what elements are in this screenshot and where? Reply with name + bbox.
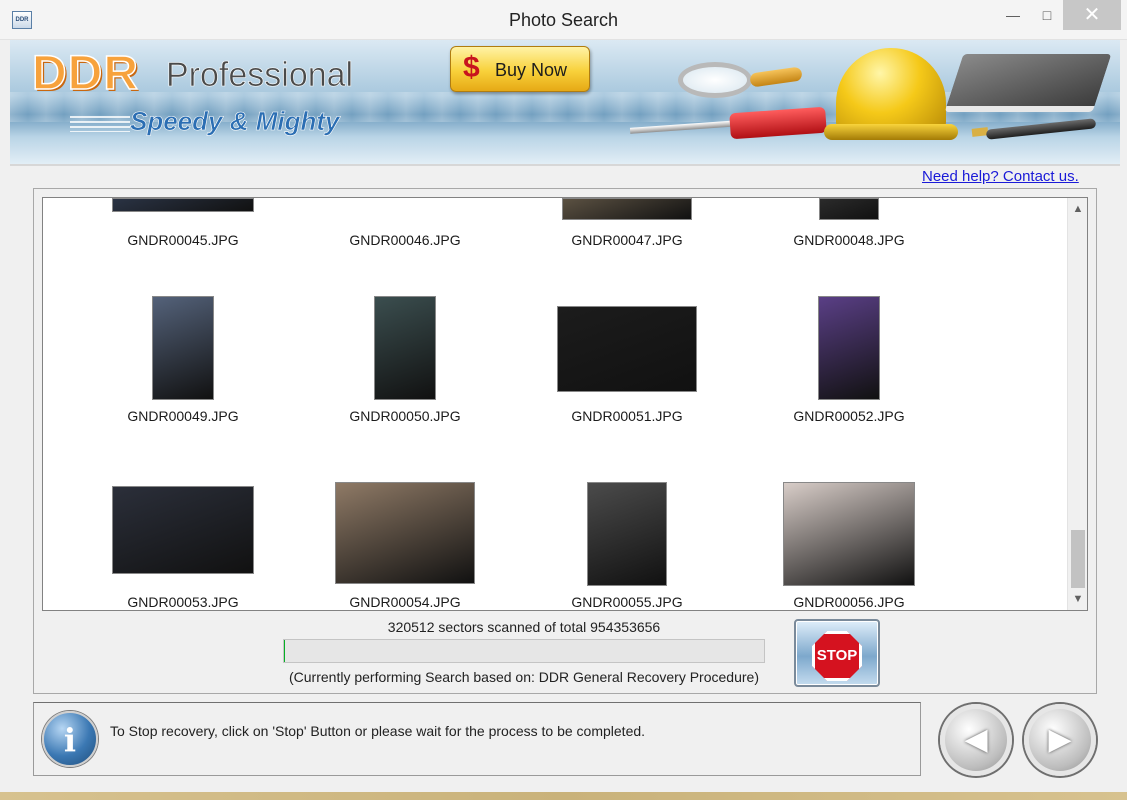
help-contact-link[interactable]: Need help? Contact us. — [922, 168, 1079, 185]
close-button[interactable]: ✕ — [1063, 0, 1121, 30]
photo-filename: GNDR00052.JPG — [793, 408, 905, 424]
photo-filename: GNDR00055.JPG — [571, 594, 683, 610]
photo-thumbnail — [783, 482, 915, 586]
search-panel: GNDR00045.JPG GNDR00046.JPG GNDR00047.JPG G… — [33, 188, 1097, 694]
arrow-left-icon: ◀ — [964, 723, 988, 756]
photo-filename: GNDR00056.JPG — [793, 594, 905, 610]
photo-item[interactable]: GNDR00056.JPG — [749, 198, 949, 610]
header-banner: DDR Professional Speedy & Mighty $ Buy N… — [10, 40, 1120, 164]
info-glyph: i — [63, 721, 77, 759]
stop-label: STOP — [816, 647, 858, 664]
photo-filename: GNDR00049.JPG — [127, 408, 239, 424]
minimize-icon: — — [1006, 7, 1020, 23]
hard-hat-icon — [836, 48, 946, 132]
photo-filename: GNDR00050.JPG — [349, 408, 461, 424]
back-button[interactable]: ◀ — [940, 704, 1012, 776]
status-message: To Stop recovery, click on 'Stop' Button… — [110, 723, 646, 739]
photo-item[interactable]: GNDR00055.JPG — [527, 198, 727, 610]
stop-button[interactable]: STOP — [794, 619, 880, 687]
brand-logo: DDR — [31, 46, 139, 101]
window-title: Photo Search — [508, 10, 619, 30]
dollar-icon: $ — [463, 51, 480, 84]
product-name: Professional — [166, 56, 354, 95]
info-icon: i — [42, 711, 98, 767]
next-button[interactable]: ▶ — [1024, 704, 1096, 776]
photo-filename: GNDR00053.JPG — [127, 594, 239, 610]
photo-gallery[interactable]: GNDR00045.JPG GNDR00046.JPG GNDR00047.JPG G… — [42, 197, 1088, 611]
procedure-text: (Currently performing Search based on: D… — [289, 669, 759, 685]
gallery-scrollbar[interactable]: ▲ ▼ — [1067, 198, 1087, 610]
banner-divider — [10, 164, 1120, 166]
scan-progress-bar — [283, 639, 765, 663]
screwdriver-handle — [729, 106, 827, 140]
speed-lines — [70, 116, 130, 132]
photo-thumbnail — [587, 482, 667, 586]
photo-item[interactable]: GNDR00053.JPG — [83, 198, 283, 610]
screwdriver-icon — [629, 120, 741, 134]
title-bar: DDR Photo Search — □ ✕ — [0, 0, 1127, 40]
close-icon: ✕ — [1083, 4, 1101, 26]
buy-now-button[interactable]: $ Buy Now — [450, 46, 590, 92]
buy-now-label: Buy Now — [495, 60, 568, 80]
photo-filename: GNDR00054.JPG — [349, 594, 461, 610]
scroll-up-icon[interactable]: ▲ — [1068, 200, 1087, 218]
scan-progress-text: 320512 sectors scanned of total 95435365… — [387, 619, 661, 635]
magnifier-handle — [749, 66, 803, 88]
scroll-thumb[interactable] — [1071, 530, 1085, 588]
maximize-icon: □ — [1042, 7, 1052, 23]
photo-thumbnail — [335, 482, 475, 584]
photo-filename: GNDR00051.JPG — [571, 408, 683, 424]
scroll-down-icon[interactable]: ▼ — [1068, 590, 1087, 608]
arrow-right-icon: ▶ — [1048, 723, 1072, 756]
taskbar-strip — [0, 792, 1127, 800]
status-bar: i To Stop recovery, click on 'Stop' Butt… — [33, 702, 921, 776]
book-icon — [944, 54, 1112, 112]
photo-thumbnail — [112, 486, 254, 574]
tagline: Speedy & Mighty — [130, 106, 340, 137]
photo-item[interactable]: GNDR00054.JPG — [305, 198, 505, 610]
magnifier-icon — [678, 62, 752, 98]
hard-hat-brim — [824, 124, 958, 140]
